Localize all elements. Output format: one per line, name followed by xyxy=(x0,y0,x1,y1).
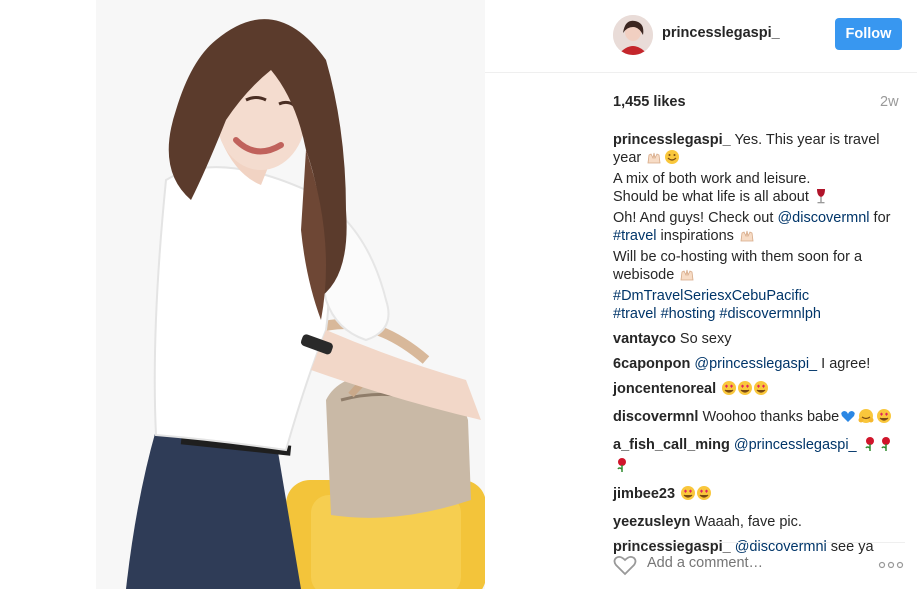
comment-username[interactable]: discovermnl xyxy=(613,409,698,425)
heart-outline-icon xyxy=(613,555,637,576)
blue-heart-emoji xyxy=(840,408,856,429)
author-username[interactable]: princesslegaspi_ xyxy=(662,25,780,41)
heart-eyes-emoji xyxy=(876,408,892,429)
hashtag-discovermnlph[interactable]: #discovermnlph xyxy=(719,306,821,322)
post-time[interactable]: 2w xyxy=(880,94,899,110)
caption-username[interactable]: princesslegaspi_ xyxy=(613,132,731,148)
avatar-image xyxy=(613,15,653,55)
hug-emoji xyxy=(858,408,874,429)
comment-username[interactable]: jimbee23 xyxy=(613,486,675,502)
caption-line-4a: Oh! And guys! Check out xyxy=(613,210,778,226)
mention-discovermnl[interactable]: @discovermnl xyxy=(777,210,869,226)
smile-emoji xyxy=(664,149,680,170)
hashtag-hosting[interactable]: #hosting xyxy=(661,306,716,322)
heart-eyes-emoji xyxy=(680,485,712,506)
caption-line-2: A mix of both work and leisure. xyxy=(613,171,811,187)
comment-username[interactable]: joncentenoreal xyxy=(613,381,716,397)
comment-mention[interactable]: @princesslegaspi_ xyxy=(694,356,817,372)
avatar[interactable] xyxy=(613,15,653,55)
post-sidebar: princesslegaspi_ Follow 1,455 likes 2w p… xyxy=(485,0,917,589)
hashtag-travel-2[interactable]: #travel xyxy=(613,306,657,322)
comment-username[interactable]: a_fish_call_ming xyxy=(613,437,730,453)
comment-text: Waaah, fave pic. xyxy=(690,514,802,530)
rose-emoji xyxy=(614,457,630,478)
comment-text: I agree! xyxy=(817,356,871,372)
wine-glass-emoji xyxy=(814,188,828,209)
caption-line-5b: inspirations xyxy=(656,228,734,244)
comment-item: a_fish_call_ming @princesslegaspi_ xyxy=(613,436,905,478)
hands-emoji xyxy=(679,266,695,287)
comment-item: vantayco So sexy xyxy=(613,330,905,348)
caption-line-4b: for xyxy=(869,210,891,226)
hashtag-dmtravelseries[interactable]: #DmTravelSeriesxCebuPacific xyxy=(613,288,809,304)
left-margin xyxy=(0,0,96,589)
caption-line-3: Should be what life is all about xyxy=(613,189,809,205)
hashtag-travel[interactable]: #travel xyxy=(613,228,657,244)
comment-text: Woohoo thanks babe xyxy=(698,409,840,425)
post-header: princesslegaspi_ Follow xyxy=(485,0,917,73)
like-button[interactable] xyxy=(613,554,637,576)
heart-eyes-emoji xyxy=(721,380,769,401)
comment-item: 6caponpon @princesslegaspi_ I agree! xyxy=(613,355,905,373)
follow-button[interactable]: Follow xyxy=(835,18,902,50)
rose-emoji xyxy=(862,436,894,457)
more-options-button[interactable] xyxy=(878,555,904,575)
comment-username[interactable]: yeezusleyn xyxy=(613,514,690,530)
comment-text: So sexy xyxy=(675,331,732,347)
post-photo-illustration xyxy=(96,0,485,589)
comment-username[interactable]: 6caponpon xyxy=(613,356,690,372)
comment-item: yeezusleyn Waaah, fave pic. xyxy=(613,513,905,531)
hands-emoji xyxy=(739,227,755,248)
post-photo[interactable] xyxy=(96,0,485,589)
hands-emoji xyxy=(646,149,662,170)
more-options-icon xyxy=(878,561,904,569)
comment-input[interactable] xyxy=(647,553,847,573)
caption-line-6: Will be co-hosting with them soon for a … xyxy=(613,249,863,283)
caption: princesslegaspi_ Yes. This year is trave… xyxy=(613,131,905,323)
likes-count[interactable]: 1,455 likes xyxy=(613,94,686,110)
comment-item: jimbee23 xyxy=(613,485,905,506)
comment-item: discovermnl Woohoo thanks babe xyxy=(613,408,905,429)
comment-item: joncentenoreal xyxy=(613,380,905,401)
comment-username[interactable]: vantayco xyxy=(613,331,676,347)
comments-list: princesslegaspi_ Yes. This year is trave… xyxy=(613,131,905,563)
comment-mention[interactable]: @princesslegaspi_ xyxy=(734,437,857,453)
add-comment-bar xyxy=(613,542,905,589)
